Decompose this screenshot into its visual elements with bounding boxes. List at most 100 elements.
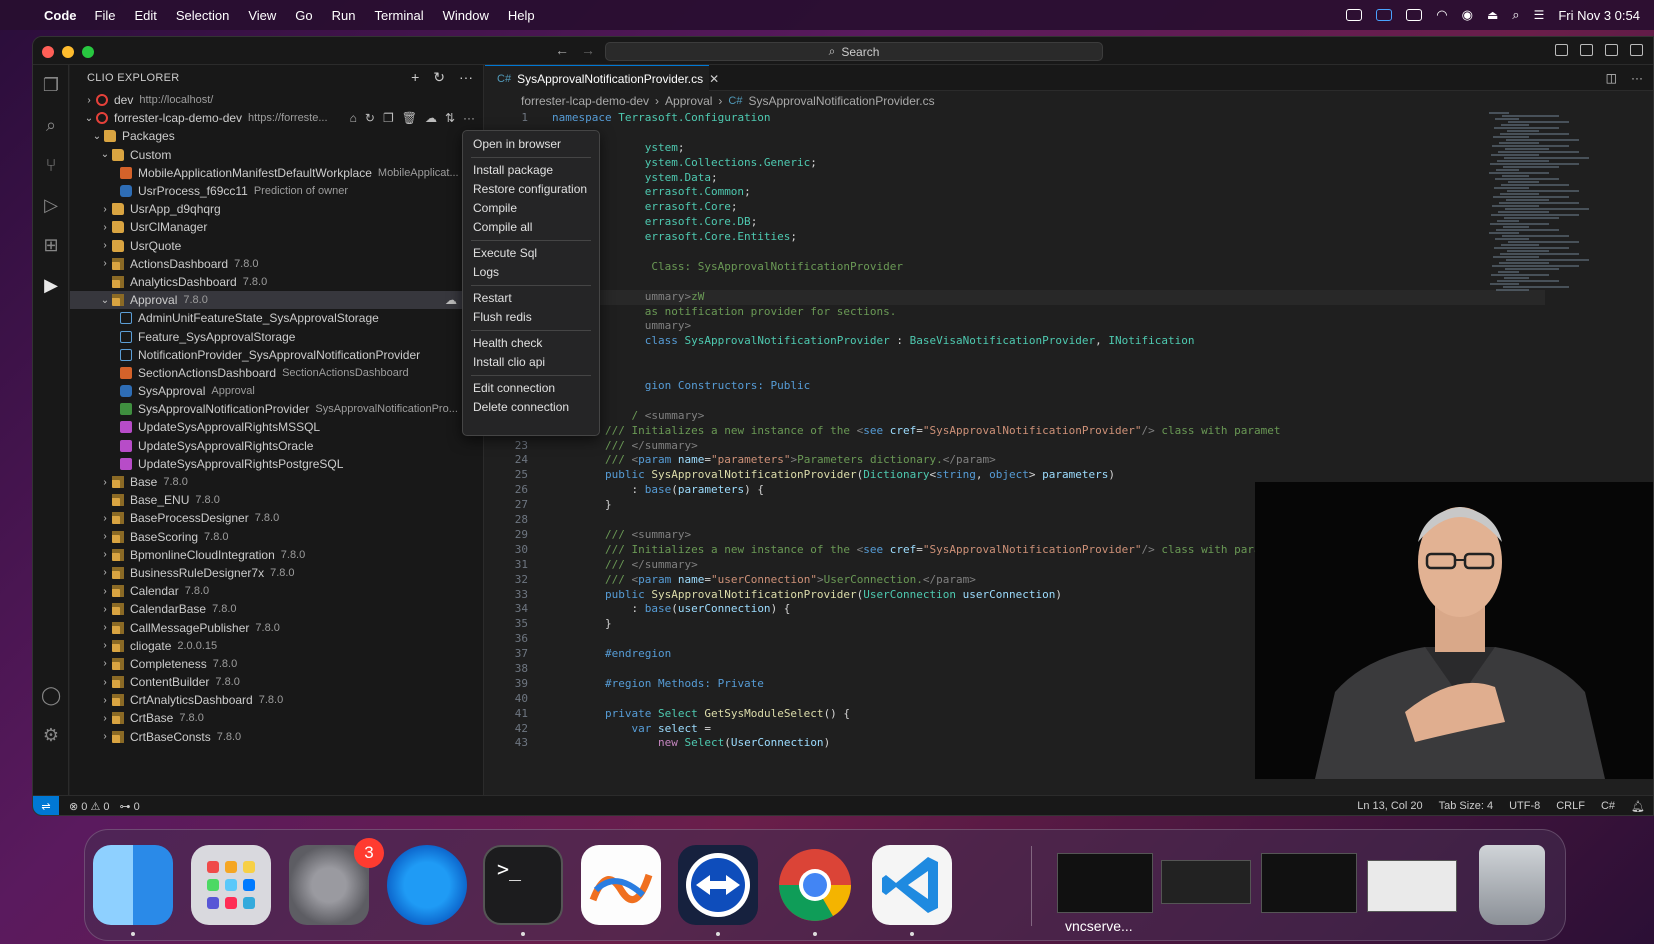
cloud-icon[interactable]: ☁ [425, 111, 437, 125]
breadcrumb-file[interactable]: SysApprovalNotificationProvider.cs [748, 94, 934, 108]
close-tab-icon[interactable]: ✕ [709, 72, 719, 86]
menu-item-install-clio-api[interactable]: Install clio api [463, 353, 599, 372]
tree-row[interactable]: MobileApplicationManifestDefaultWorkplac… [70, 164, 483, 182]
search-icon[interactable]: ⌕ [41, 115, 61, 135]
chevron-down-icon[interactable]: ⌄ [98, 295, 112, 306]
split-editor-icon[interactable]: ◫ [1606, 71, 1617, 85]
source-control-icon[interactable]: ⑂ [41, 155, 61, 175]
menu-file[interactable]: File [95, 8, 116, 23]
tree-row[interactable]: › BaseProcessDesigner 7.8.0 [70, 509, 483, 527]
add-connection-icon[interactable]: + [411, 69, 419, 86]
tree-row[interactable]: › UsrClManager [70, 218, 483, 236]
forward-arrow-icon[interactable]: → [581, 42, 595, 58]
chevron-right-icon[interactable]: › [82, 95, 96, 106]
menubar-clock[interactable]: Fri Nov 3 0:54 [1558, 8, 1640, 23]
menu-item-compile[interactable]: Compile [463, 199, 599, 218]
tree-row[interactable]: ⌄ Packages [70, 127, 483, 145]
cursor-position[interactable]: Ln 13, Col 20 [1357, 800, 1422, 813]
launchpad-icon[interactable] [191, 845, 271, 925]
explorer-icon[interactable]: ❐ [41, 75, 61, 95]
tree-row[interactable]: › CalendarBase 7.8.0 [70, 600, 483, 618]
tree-row[interactable]: › CrtBaseConsts 7.8.0 [70, 728, 483, 746]
tree-row[interactable]: UpdateSysApprovalRightsMSSQL [70, 418, 483, 436]
delete-icon[interactable]: 🗑︎ [402, 111, 417, 125]
menu-item-health-check[interactable]: Health check [463, 334, 599, 353]
screen-share-icon[interactable] [1346, 9, 1363, 21]
vscode-status-icon[interactable] [1376, 9, 1393, 21]
safari-icon[interactable] [387, 845, 467, 925]
breadcrumb-connection[interactable]: forrester-lcap-demo-dev [521, 94, 649, 108]
vscode-icon[interactable] [872, 845, 952, 925]
user-icon[interactable]: ◉ [1462, 7, 1473, 23]
back-arrow-icon[interactable]: ← [555, 42, 569, 58]
more-icon[interactable]: ··· [463, 111, 475, 125]
command-center-search[interactable]: ⌕ Search [605, 42, 1103, 61]
menu-run[interactable]: Run [332, 8, 356, 23]
restart-icon[interactable]: ↻ [365, 111, 375, 125]
finder-icon[interactable] [93, 845, 173, 925]
problems-indicator[interactable]: ⊗ 0 ⚠ 0 [69, 800, 110, 813]
chevron-right-icon[interactable]: › [98, 677, 112, 688]
menu-edit[interactable]: Edit [134, 8, 156, 23]
tab-size[interactable]: Tab Size: 4 [1439, 800, 1493, 813]
end-of-line[interactable]: CRLF [1556, 800, 1585, 813]
tree-row[interactable]: AdminUnitFeatureState_SysApprovalStorage [70, 309, 483, 327]
more-actions-icon[interactable]: ··· [459, 69, 473, 86]
chevron-right-icon[interactable]: › [98, 622, 112, 633]
tree-row[interactable]: › Completeness 7.8.0 [70, 655, 483, 673]
cloud-icon[interactable]: ☁ [445, 293, 457, 307]
trash-icon[interactable] [1479, 845, 1545, 925]
freeform-icon[interactable] [581, 845, 661, 925]
wifi-icon[interactable]: ◠ [1436, 7, 1447, 23]
chevron-down-icon[interactable]: ⌄ [82, 113, 96, 124]
chevron-down-icon[interactable]: ⌄ [90, 131, 104, 142]
teamviewer-icon[interactable] [678, 845, 758, 925]
tab-sysapprovalnotificationprovider[interactable]: C# SysApprovalNotificationProvider.cs ✕ [485, 65, 719, 91]
accounts-icon[interactable]: ◯ [41, 685, 61, 705]
chrome-window-thumbnail[interactable] [1367, 860, 1457, 912]
tree-row[interactable]: UpdateSysApprovalRightsOracle [70, 437, 483, 455]
chevron-right-icon[interactable]: › [98, 567, 112, 578]
ports-indicator[interactable]: ⊶ 0 [120, 800, 140, 813]
chevron-right-icon[interactable]: › [98, 477, 112, 488]
menu-app-name[interactable]: Code [44, 8, 77, 23]
chevron-right-icon[interactable]: › [98, 586, 112, 597]
chevron-right-icon[interactable]: › [98, 513, 112, 524]
tree-row[interactable]: › ActionsDashboard 7.8.0 [70, 255, 483, 273]
menu-item-logs[interactable]: Logs [463, 263, 599, 282]
menu-window[interactable]: Window [443, 8, 489, 23]
menu-item-restore-configuration[interactable]: Restore configuration [463, 180, 599, 199]
tree-row[interactable]: › CrtBase 7.8.0 [70, 709, 483, 727]
menu-go[interactable]: Go [295, 8, 312, 23]
menu-item-delete-connection[interactable]: Delete connection [463, 398, 599, 417]
toggle-primary-sidebar-icon[interactable] [1555, 44, 1568, 56]
menu-item-flush-redis[interactable]: Flush redis [463, 308, 599, 327]
terminal-window-thumbnail[interactable] [1261, 853, 1357, 913]
menu-terminal[interactable]: Terminal [375, 8, 424, 23]
tree-row[interactable]: › BaseScoring 7.8.0 [70, 528, 483, 546]
tree-row[interactable]: ⌄Approval7.8.0☁⊡ [70, 291, 483, 310]
tree-row[interactable]: NotificationProvider_SysApprovalNotifica… [70, 346, 483, 364]
chevron-right-icon[interactable]: › [98, 549, 112, 560]
run-debug-icon[interactable]: ▷ [41, 195, 61, 215]
chevron-right-icon[interactable]: › [98, 713, 112, 724]
minimize-window-button[interactable] [62, 46, 74, 58]
chevron-right-icon[interactable]: › [98, 204, 112, 215]
tree-row[interactable]: › Base 7.8.0 [70, 473, 483, 491]
zoom-window-button[interactable] [82, 46, 94, 58]
tree-row[interactable]: ⌄ Custom [70, 146, 483, 164]
menu-item-restart[interactable]: Restart [463, 289, 599, 308]
clio-explorer-icon[interactable]: ▶ [41, 275, 61, 295]
tree-row[interactable]: Base_ENU 7.8.0 [70, 491, 483, 509]
menu-item-install-package[interactable]: Install package [463, 161, 599, 180]
chevron-right-icon[interactable]: › [98, 658, 112, 669]
terminal-icon[interactable]: >_ [483, 845, 563, 925]
refresh-icon[interactable]: ↻ [433, 69, 445, 86]
chevron-right-icon[interactable]: › [98, 604, 112, 615]
menu-help[interactable]: Help [508, 8, 535, 23]
copy-icon[interactable]: ❐ [383, 111, 394, 125]
tree-row[interactable]: AnalyticsDashboard 7.8.0 [70, 273, 483, 291]
tree-row[interactable]: › Calendar 7.8.0 [70, 582, 483, 600]
tree-row[interactable]: ⌄ forrester-lcap-demo-dev https://forreste… [70, 109, 483, 127]
finder-window-thumbnail[interactable] [1161, 860, 1251, 904]
